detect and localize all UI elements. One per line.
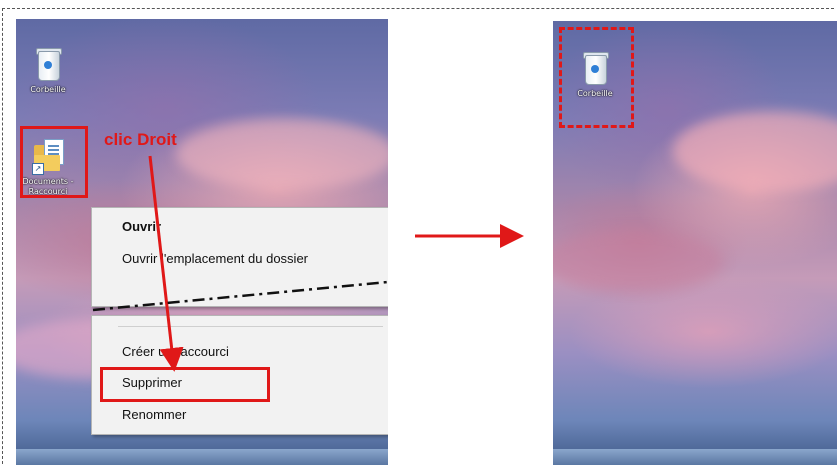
recycle-bin-icon bbox=[32, 45, 64, 83]
desktop-icon-recycle-bin[interactable]: Corbeille bbox=[18, 45, 78, 95]
menu-item-create-shortcut[interactable]: Créer un raccourci bbox=[122, 344, 229, 359]
menu-separator bbox=[118, 326, 383, 327]
menu-item-open-location[interactable]: Ouvrir l'emplacement du dossier bbox=[122, 251, 308, 266]
highlight-delete-item bbox=[100, 367, 270, 402]
wallpaper-sea bbox=[16, 449, 388, 465]
menu-item-open[interactable]: Ouvrir bbox=[122, 219, 161, 234]
annotation-right-click: clic Droit bbox=[104, 130, 177, 149]
wallpaper-cloud bbox=[176, 119, 388, 189]
menu-item-rename[interactable]: Renommer bbox=[122, 407, 186, 422]
highlight-recycle-bin bbox=[559, 27, 634, 128]
highlight-documents-icon bbox=[20, 126, 88, 198]
wallpaper-sea bbox=[553, 449, 837, 465]
recycle-bin-label: Corbeille bbox=[30, 85, 66, 94]
context-menu: Ouvrir Ouvrir l'emplacement du dossier bbox=[91, 207, 388, 307]
